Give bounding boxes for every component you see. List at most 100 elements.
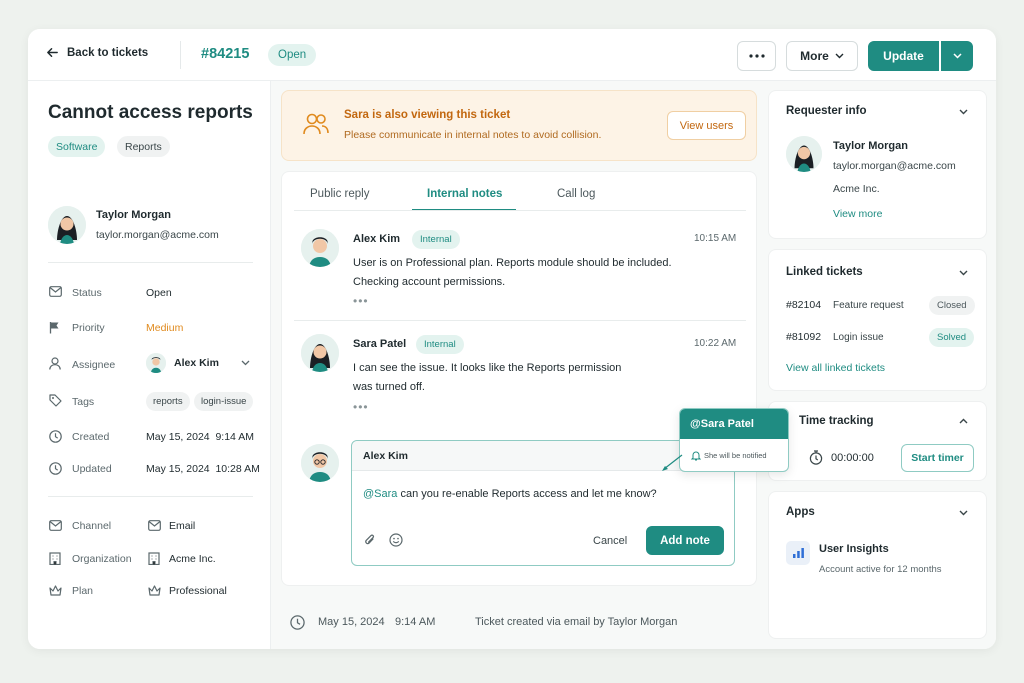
linked-tickets-title: Linked tickets [786,266,863,278]
updated-label: Updated [72,463,112,475]
mention-name[interactable]: @Sara Patel [690,418,754,430]
sara-patel-avatar [301,334,339,372]
add-note-button[interactable]: Add note [646,526,724,555]
update-options-button[interactable] [941,41,973,71]
start-timer-button[interactable]: Start timer [901,444,974,472]
composer-text[interactable]: @Sara can you re-enable Reports access a… [363,488,657,500]
chevron-down-icon[interactable] [959,510,968,516]
composer-avatar [301,444,339,482]
chevron-up-icon[interactable] [959,418,968,424]
view-all-linked-link[interactable]: View all linked tickets [786,362,885,374]
app-name[interactable]: User Insights [819,543,889,555]
assignee-avatar [146,353,166,373]
requester-info-card: Requester info Taylor Morgan taylor.morg… [768,90,987,239]
apps-card: Apps User Insights Account active for 12… [768,491,987,639]
header-divider [180,41,181,69]
tab-internal-notes[interactable]: Internal notes [427,188,502,200]
requester-name: Taylor Morgan [833,140,908,152]
message-text: Checking account permissions. [353,276,506,288]
tab-call-log[interactable]: Call log [557,188,595,200]
bell-icon [691,450,701,461]
requester-info-title: Requester info [786,105,867,117]
requester-name: Taylor Morgan [96,209,171,221]
tag-reports[interactable]: reports [146,392,190,411]
internal-badge: Internal [412,230,460,249]
app-description: Account active for 12 months [819,564,942,575]
requester-avatar [786,136,822,172]
linked-ticket-id[interactable]: #81092 [786,331,821,343]
channel-label: Channel [72,520,112,532]
chevron-down-icon[interactable] [959,109,968,115]
status-value[interactable]: Open [146,287,172,299]
arrow-left-icon [46,46,59,59]
chevron-down-icon [835,53,844,59]
clock-icon [290,615,305,630]
tag-login-issue[interactable]: login-issue [194,392,254,411]
category-tag-software[interactable]: Software [48,136,106,157]
message-text: User is on Professional plan. Reports mo… [353,257,672,269]
users-icon [303,113,329,135]
organization-value[interactable]: Acme Inc. [169,553,216,565]
requester-avatar [48,206,86,244]
apps-title: Apps [786,506,815,518]
priority-value[interactable]: Medium [146,322,183,334]
view-more-link[interactable]: View more [833,208,882,220]
banner-subtitle: Please communicate in internal notes to … [344,129,602,141]
created-label: Created [72,431,110,443]
chevron-down-icon [241,360,250,366]
timer-value: 00:00:00 [831,452,874,464]
view-users-button[interactable]: View users [667,111,746,140]
message-author: Alex Kim [353,233,401,245]
linked-ticket-name[interactable]: Feature request [833,300,904,311]
cancel-button[interactable]: Cancel [593,535,627,547]
paperclip-icon[interactable] [364,533,376,547]
message-time: 10:22 AM [694,338,737,349]
more-dropdown-button[interactable]: More [786,41,858,71]
channel-value: Email [169,520,196,532]
chevron-down-icon[interactable] [959,270,968,276]
priority-label: Priority [72,322,105,334]
assignee-select[interactable]: Alex Kim [146,353,250,373]
sidebar-panel: Requester info Taylor Morgan taylor.morg… [768,81,996,649]
message-divider [294,320,746,321]
message-author: Sara Patel [353,338,407,350]
linked-ticket-id[interactable]: #82104 [786,299,821,311]
start-timer-label: Start timer [911,452,964,464]
overflow-menu-button[interactable] [737,41,776,71]
tabs-divider [294,210,746,211]
collision-banner: Sara is also viewing this ticket Please … [281,90,757,161]
emoji-icon[interactable] [389,533,403,547]
assignee-label: Assignee [72,359,116,371]
building-icon [49,552,61,565]
plan-value: Professional [169,585,227,597]
tag-icon [49,394,62,407]
category-tag-reports[interactable]: Reports [117,136,170,157]
banner-title: Sara is also viewing this ticket [344,109,511,121]
linked-ticket-status: Solved [929,328,975,347]
envelope-icon [49,520,62,531]
update-label: Update [883,49,924,63]
linked-ticket-name[interactable]: Login issue [833,332,884,343]
update-button[interactable]: Update [868,41,939,71]
ellipsis-icon [748,54,765,58]
flag-icon [49,321,61,334]
requester-email[interactable]: taylor.morgan@acme.com [96,229,219,241]
requester-email[interactable]: taylor.morgan@acme.com [833,160,956,172]
mention-pointer [661,454,683,477]
mention-token: @Sara [363,488,398,500]
message-options-icon[interactable]: ••• [353,294,369,308]
crown-icon [49,585,62,596]
mention-suggestion-popup[interactable]: @Sara Patel She will be notified [679,408,789,472]
ticket-title: Cannot access reports [48,102,253,123]
ticket-created-footer: May 15, 2024 9:14 AM Ticket created via … [271,596,768,649]
more-label: More [800,49,829,63]
composer-author: Alex Kim [363,450,408,462]
back-label: Back to tickets [67,46,149,59]
top-bar: Back to tickets #84215 Open More Update [28,29,996,81]
message-options-icon[interactable]: ••• [353,400,369,414]
organization-label: Organization [72,553,132,565]
divider [48,496,253,497]
footer-date: May 15, 2024 [318,616,385,628]
tab-public-reply[interactable]: Public reply [310,188,369,200]
back-to-tickets-link[interactable]: Back to tickets [46,46,148,59]
